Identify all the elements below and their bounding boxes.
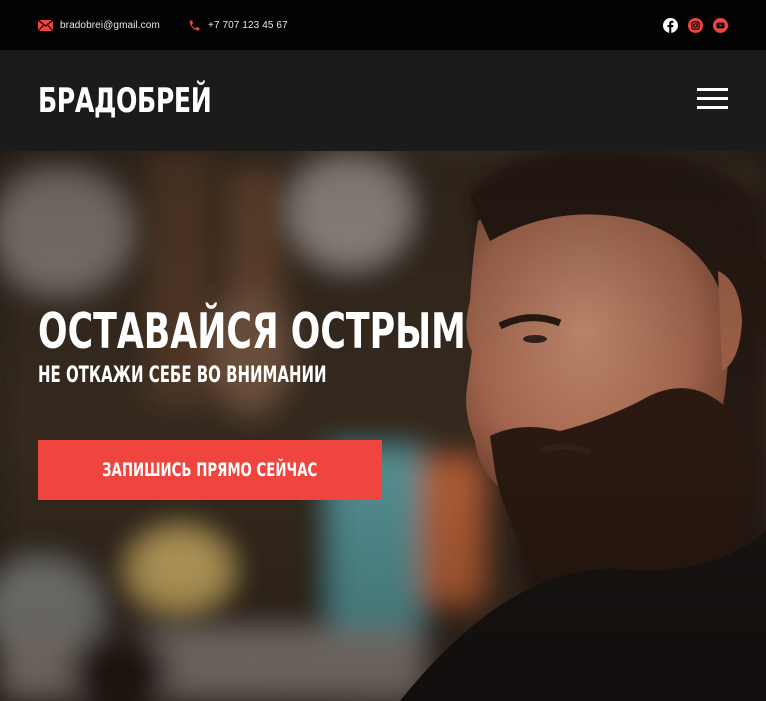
hero-title: ОСТАВАЙСЯ ОСТРЫМ xyxy=(38,303,466,360)
social-links xyxy=(663,18,728,33)
phone-text: +7 707 123 45 67 xyxy=(208,20,288,31)
hero-subtitle: НЕ ОТКАЖИ СЕБЕ ВО ВНИМАНИИ xyxy=(38,363,327,388)
phone-icon xyxy=(189,20,200,31)
site-logo[interactable]: БРАДОБРЕЙ xyxy=(38,81,212,121)
site-header: БРАДОБРЕЙ xyxy=(0,51,766,151)
hero-section: ОСТАВАЙСЯ ОСТРЫМ НЕ ОТКАЖИ СЕБЕ ВО ВНИМА… xyxy=(0,151,766,701)
book-now-button[interactable]: ЗАПИШИСЬ ПРЯМО СЕЙЧАС xyxy=(38,440,382,500)
book-now-label: ЗАПИШИСЬ ПРЯМО СЕЙЧАС xyxy=(102,459,318,481)
hero-background-image xyxy=(0,151,766,701)
envelope-icon xyxy=(38,20,53,31)
facebook-icon[interactable] xyxy=(663,18,678,33)
phone-link[interactable]: +7 707 123 45 67 xyxy=(188,0,288,51)
email-link[interactable]: bradobrei@gmail.com xyxy=(38,0,160,51)
email-text: bradobrei@gmail.com xyxy=(60,20,160,31)
hamburger-menu-icon[interactable] xyxy=(697,86,728,113)
top-bar: bradobrei@gmail.com +7 707 123 45 67 xyxy=(0,0,766,51)
instagram-icon[interactable] xyxy=(688,18,703,33)
youtube-icon[interactable] xyxy=(713,18,728,33)
